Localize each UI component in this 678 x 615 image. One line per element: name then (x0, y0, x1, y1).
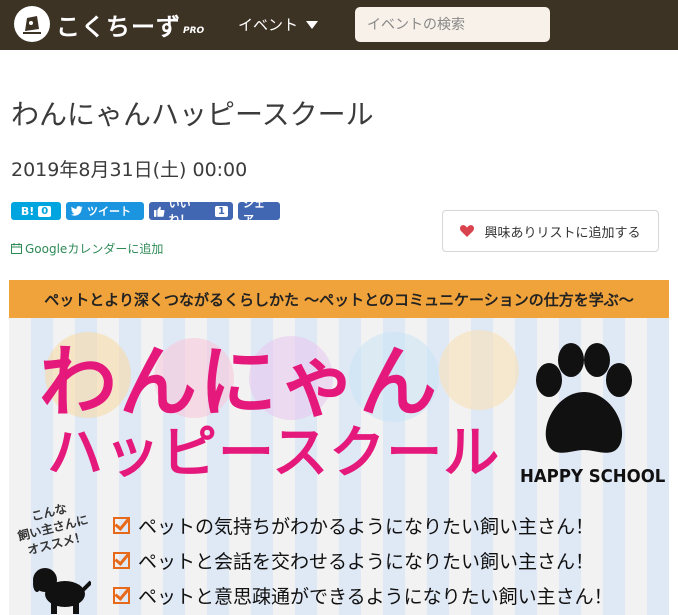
like-label: いいね！ (168, 197, 191, 226)
top-navbar: こくちーず PRO イベント (0, 0, 678, 50)
list-item-text: ペットと会話を交わせるようになりたい飼い主さん！ (138, 551, 595, 573)
share-label: シェア (243, 197, 265, 226)
puppy-illustration (33, 568, 91, 614)
tweet-button[interactable]: ツイート (66, 202, 144, 220)
hatena-count: 0 (38, 205, 52, 217)
facebook-like-button[interactable]: いいね！ 1 (149, 197, 233, 226)
interest-label: 興味ありリストに追加する (484, 225, 641, 241)
google-calendar-link[interactable]: Googleカレンダーに追加 (11, 240, 163, 257)
decor-circle (439, 330, 519, 410)
list-item: ペットと意思疎通ができるようになりたい飼い主さん！ (113, 578, 613, 613)
search-box (355, 7, 550, 42)
checkbox-icon (113, 552, 130, 569)
list-item: ペットの気持ちがわかるようになりたい飼い主さん！ (113, 508, 613, 543)
events-menu-label: イベント (238, 16, 299, 34)
calendar-icon (11, 243, 22, 254)
caret-down-icon (306, 20, 319, 29)
target-checklist: ペットの気持ちがわかるようになりたい飼い主さん！ ペットと会話を交わせるようにな… (113, 508, 613, 613)
event-title: わんにゃんハッピースクール (11, 98, 374, 131)
search-input[interactable] (355, 7, 550, 42)
checkbox-icon (113, 587, 130, 604)
logo-pro-badge: PRO (183, 26, 205, 36)
heart-icon (460, 225, 475, 237)
checkbox-icon (113, 517, 130, 534)
hatena-label: B! (20, 204, 35, 218)
logo-mascot-icon (14, 6, 50, 42)
list-item-text: ペットの気持ちがわかるようになりたい飼い主さん！ (138, 516, 595, 538)
banner-title-line2: ハッピースクール (47, 421, 501, 486)
banner-tagline: ペットとより深くつながるくらしかた 〜ペットとのコミュニケーションの仕方を学ぶ〜 (9, 280, 669, 318)
like-count: 1 (215, 205, 228, 217)
site-logo[interactable]: こくちーず PRO (14, 6, 204, 42)
tweet-label: ツイート (87, 205, 131, 218)
google-calendar-label: Googleカレンダーに追加 (25, 242, 164, 256)
list-item-text: ペットと意思疎通ができるようになりたい飼い主さん！ (138, 586, 613, 608)
event-banner-image: ペットとより深くつながるくらしかた 〜ペットとのコミュニケーションの仕方を学ぶ〜… (9, 280, 669, 615)
facebook-share-button[interactable]: シェア (238, 197, 280, 226)
recommend-note: こんな 飼い主さんに オススメ！ (12, 496, 93, 560)
event-date: 2019年8月31日(土) 00:00 (11, 159, 248, 181)
add-to-interest-list-button[interactable]: 興味ありリストに追加する (442, 210, 659, 252)
social-buttons: B! 0 ツイート いいね！ 1 シェア (11, 197, 280, 226)
events-menu[interactable]: イベント (238, 14, 319, 35)
thumbs-up-icon (154, 206, 165, 217)
hatena-bookmark-button[interactable]: B! 0 (11, 202, 61, 220)
list-item: ペットと会話を交わせるようになりたい飼い主さん！ (113, 543, 613, 578)
paw-print-icon (536, 343, 632, 453)
logo-text: こくちーず (56, 12, 181, 41)
banner-english-title: HAPPY SCHOOL (520, 466, 666, 487)
twitter-bird-icon (71, 206, 83, 216)
